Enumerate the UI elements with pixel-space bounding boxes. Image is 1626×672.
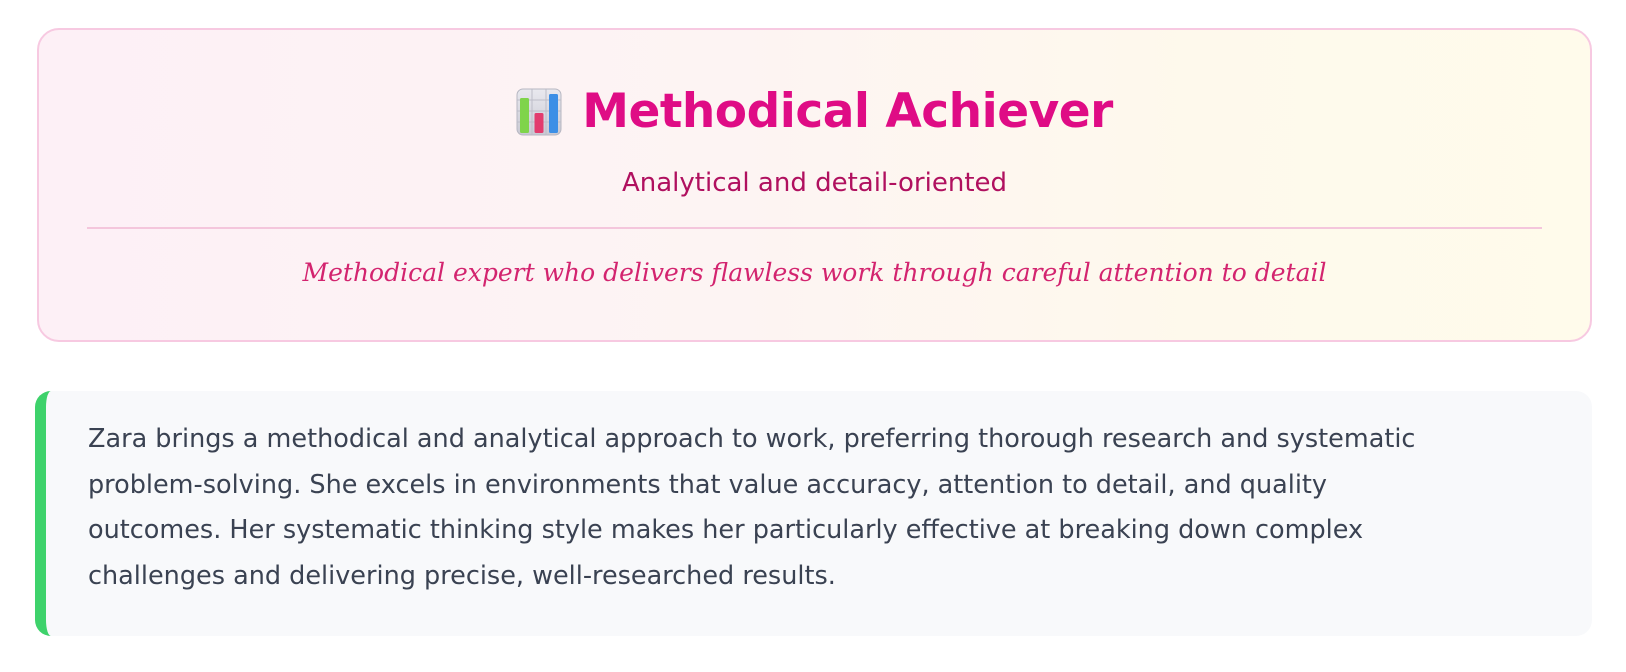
bio-text: Zara brings a methodical and analytical … [88,424,1416,591]
page: Methodical Achiever Analytical and detai… [0,0,1626,672]
title-row: Methodical Achiever [39,82,1590,142]
page-title: Methodical Achiever [582,84,1113,139]
profile-header-card: Methodical Achiever Analytical and detai… [37,28,1592,342]
bio-card: Zara brings a methodical and analytical … [35,391,1592,636]
bar-chart-icon [516,88,562,136]
divider [87,227,1542,229]
tagline: Methodical expert who delivers flawless … [302,258,1327,287]
subtitle: Analytical and detail-oriented [621,168,1008,198]
